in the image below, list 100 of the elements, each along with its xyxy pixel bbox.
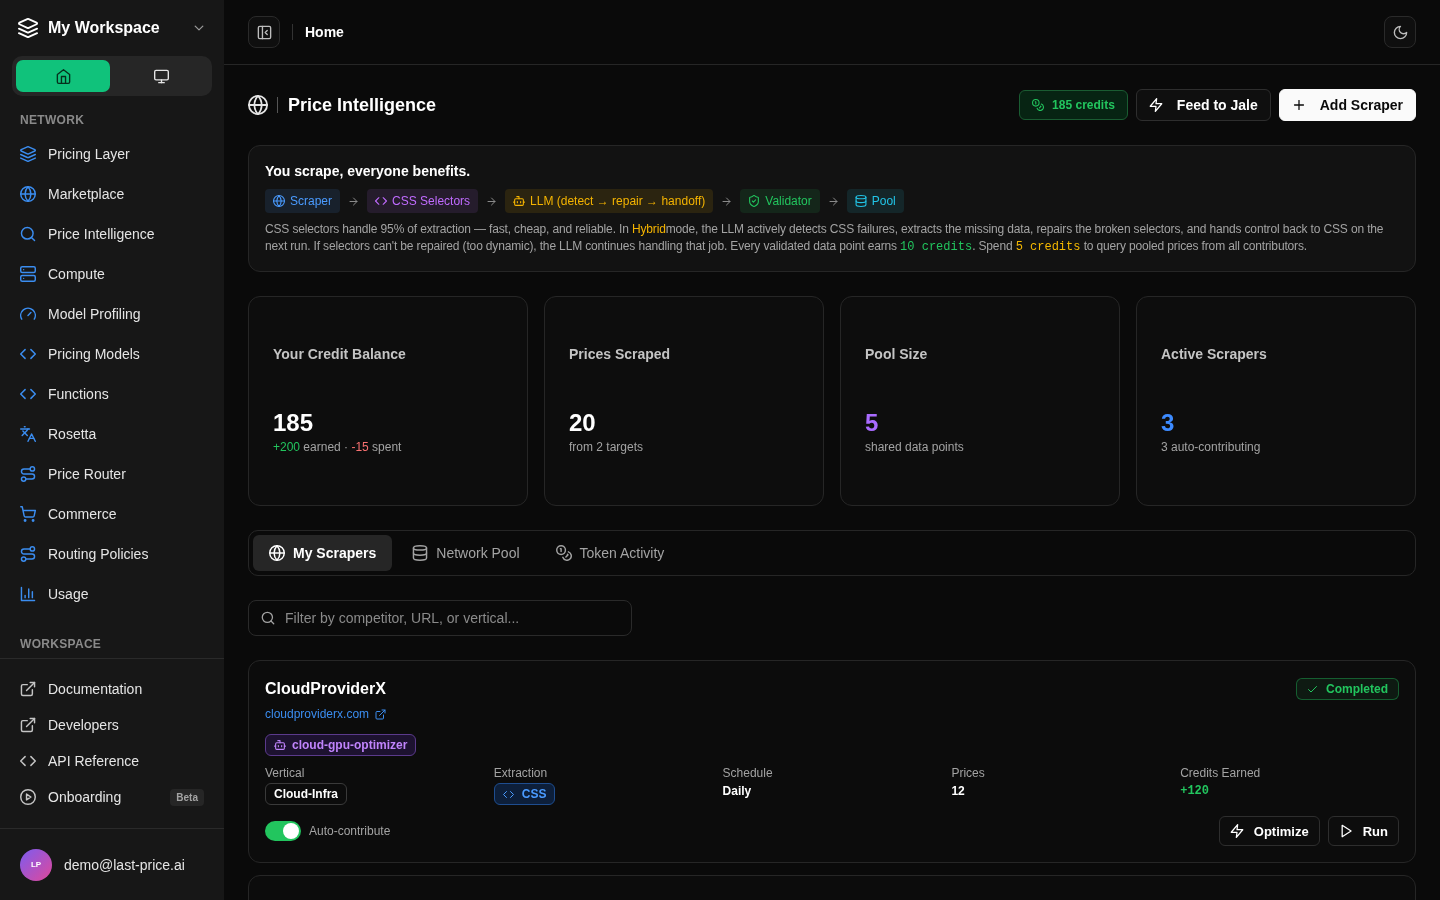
stat-title: Active Scrapers <box>1161 345 1267 364</box>
route-icon <box>20 546 36 562</box>
globe-icon <box>269 545 285 561</box>
stat-title: Your Credit Balance <box>273 345 406 364</box>
nav-link[interactable]: Compute <box>0 254 224 294</box>
nav-link[interactable]: Pricing Models <box>0 334 224 374</box>
status-text: Completed <box>1326 682 1388 696</box>
nav-link[interactable]: Price Router <box>0 454 224 494</box>
tab[interactable]: My Scrapers <box>253 535 393 571</box>
stat-caption: shared data points <box>865 439 964 455</box>
monitor-icon <box>153 68 169 84</box>
database-icon <box>412 545 429 561</box>
cart-icon <box>20 506 36 522</box>
user-avatar: LP <box>20 848 52 881</box>
scraper-action-button[interactable]: Run <box>1327 816 1399 846</box>
layers-icon <box>18 18 38 38</box>
stat-title: Prices Scraped <box>569 345 671 364</box>
server-icon <box>20 266 36 282</box>
agent-name: cloud-gpu-optimizer <box>292 738 408 752</box>
moon-icon <box>1392 24 1408 40</box>
nav-link[interactable]: Routing Policies <box>0 534 224 574</box>
database-icon <box>854 195 867 207</box>
credits-earned: +120 <box>1180 783 1209 799</box>
stat-value: 3 <box>1161 409 1175 437</box>
nav-link[interactable]: Documentation <box>0 671 224 707</box>
code-icon <box>20 386 36 402</box>
scraper-name: CloudProviderX <box>265 679 386 699</box>
stat-value: 20 <box>569 409 596 437</box>
step-label: CSS Selectors <box>392 194 471 208</box>
route-icon <box>20 466 36 482</box>
code-icon <box>502 788 514 800</box>
lightning-icon <box>1148 98 1163 112</box>
tab[interactable]: Token Activity <box>539 535 681 571</box>
arrow-right-icon <box>486 195 498 207</box>
stat-caption: +200 earned · -15 spent <box>273 439 402 455</box>
nav-link[interactable]: Developers <box>0 707 224 743</box>
coins-icon <box>1032 99 1045 111</box>
nav-link[interactable]: Functions <box>0 374 224 414</box>
page-title: Price Intelligence <box>288 94 437 116</box>
tab[interactable]: Network Pool <box>396 535 536 571</box>
extraction-label: CSS <box>521 786 547 802</box>
arrow-right-icon <box>348 195 360 207</box>
home-icon <box>55 68 71 84</box>
section-label: NETWORK <box>20 112 85 128</box>
beta-badge: Beta <box>170 788 204 806</box>
shield-check-icon <box>748 195 761 207</box>
step-label: Scraper <box>290 194 333 208</box>
theme-toggle-button[interactable] <box>1384 16 1416 48</box>
view-button[interactable] <box>16 60 110 92</box>
nav-link[interactable]: Usage <box>0 574 224 614</box>
website-link[interactable]: cloudproviderx.com <box>265 706 387 722</box>
nav-link[interactable]: Rosetta <box>0 414 224 454</box>
nav-link[interactable]: Price Intelligence <box>0 214 224 254</box>
step-label: Pool <box>871 194 896 208</box>
search-field[interactable]: Filter by competitor, URL, or vertical... <box>248 600 632 636</box>
search-icon <box>20 226 36 242</box>
arrow-right-icon <box>827 195 839 207</box>
nav-link[interactable]: Onboarding <box>0 779 171 815</box>
sidebar-toggle-button[interactable] <box>248 16 280 48</box>
field-label: Schedule <box>722 765 773 781</box>
stat-value: 5 <box>865 409 879 437</box>
vertical-tag: Cloud-Infra <box>265 783 347 805</box>
panel-left-icon <box>256 24 272 40</box>
step-label: Validator <box>765 194 812 208</box>
globe-icon <box>248 95 268 115</box>
card-title: You scrape, everyone benefits. <box>265 162 471 181</box>
nav-link[interactable]: Model Profiling <box>0 294 224 334</box>
coins-icon <box>555 545 572 561</box>
layers-icon <box>20 146 36 162</box>
code-icon <box>20 346 36 362</box>
robot-icon <box>513 195 526 207</box>
auto-contribute-switch[interactable] <box>265 821 301 841</box>
workspace-switcher[interactable]: My Workspace <box>0 6 224 50</box>
pipeline-description: CSS selectors handle 95% of extraction — fast, cheap, and reliable. In Hybridmode, the LLM actively detects CSS failures, extracts the missing data, repairs the broken selectors, and hands control back to CSS on the next run. If selectors can't be repaired (too dynamic), the LLM continues handling that job. Every validated data point earns 10 credits. Spend 5 credits to query pooled prices from all contributors. <box>265 221 1385 256</box>
nav-link[interactable]: Pricing Layer <box>0 134 224 174</box>
nav-link[interactable]: Marketplace <box>0 174 224 214</box>
bar-chart-icon <box>20 586 36 602</box>
feed-button[interactable]: Feed to Jale <box>1135 89 1271 121</box>
add-scraper-button[interactable]: Add Scraper <box>1278 89 1416 121</box>
external-link-icon <box>20 717 36 733</box>
user-email: demo@last-price.ai <box>64 856 185 873</box>
search-icon <box>261 611 275 625</box>
gauge-icon <box>20 306 36 322</box>
arrow-right-icon <box>721 195 733 207</box>
check-icon <box>1307 683 1318 695</box>
field-label: Vertical <box>265 765 305 781</box>
scraper-action-button[interactable]: Optimize <box>1218 816 1320 846</box>
breadcrumb: Home <box>305 24 344 40</box>
nav-link[interactable]: Commerce <box>0 494 224 534</box>
lightning-icon <box>1229 824 1244 838</box>
plus-icon <box>1291 98 1306 112</box>
field-label: Extraction <box>493 765 548 781</box>
robot-icon <box>274 739 286 751</box>
play-circle-icon <box>20 789 36 805</box>
field-value: 12 <box>951 783 965 799</box>
stat-caption: from 2 targets <box>569 439 644 455</box>
globe-icon <box>20 186 36 202</box>
nav-link[interactable]: API Reference <box>0 743 224 779</box>
globe-icon <box>273 195 285 207</box>
external-link-icon <box>20 681 36 697</box>
